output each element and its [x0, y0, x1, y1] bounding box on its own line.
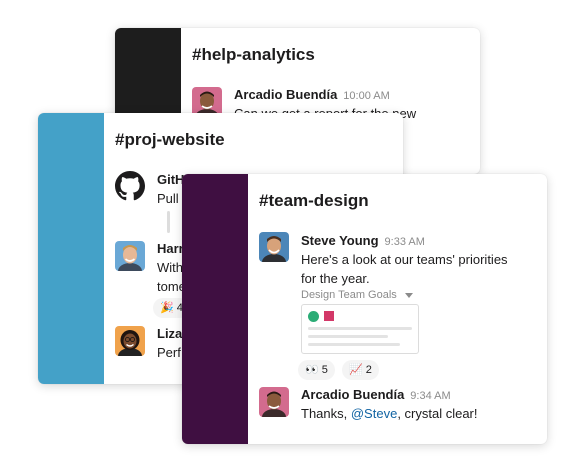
attachment-preview[interactable]	[301, 304, 419, 354]
message-text-line-2: for the year.	[301, 271, 370, 286]
channel-title[interactable]: #help-analytics	[192, 45, 315, 65]
message[interactable]: Arcadio Buendía 9:34 AM Thanks, @Steve, c…	[248, 386, 547, 431]
message-author[interactable]: Arcadio Buendía 9:34 AM	[301, 387, 451, 402]
message-timestamp[interactable]: 10:00 AM	[343, 90, 389, 102]
preview-line	[308, 327, 412, 330]
text-after: , crystal clear!	[397, 406, 478, 421]
message-author[interactable]: Harr	[157, 241, 184, 256]
message-text: Pull	[157, 191, 179, 206]
author-name[interactable]: Arcadio Buendía	[301, 387, 404, 402]
author-name[interactable]: Steve Young	[301, 233, 379, 248]
preview-line	[308, 335, 388, 338]
chevron-down-icon[interactable]	[404, 292, 413, 298]
party-popper-icon: 🎉	[160, 302, 174, 314]
author-name[interactable]: Arcadio Buendía	[234, 87, 337, 102]
preview-line	[308, 343, 400, 346]
team-design-card: #team-design Steve Young 9:33 AM Here's a…	[182, 174, 547, 444]
message-author[interactable]: GitH	[157, 172, 184, 187]
message-author[interactable]: Liza	[157, 326, 182, 341]
team-design-content: #team-design Steve Young 9:33 AM Here's a…	[248, 174, 547, 444]
avatar[interactable]	[259, 387, 289, 417]
attachment-title[interactable]: Design Team Goals	[301, 289, 397, 301]
reaction-pill[interactable]: 📈 2	[342, 360, 379, 380]
message-text: Thanks, @Steve, crystal clear!	[301, 404, 478, 423]
preview-dot-green	[308, 311, 319, 322]
channel-color-stripe	[38, 113, 104, 384]
user-mention[interactable]: @Steve	[351, 406, 397, 421]
message-author[interactable]: Steve Young 9:33 AM	[301, 233, 425, 248]
github-icon[interactable]	[115, 171, 145, 201]
message-author[interactable]: Arcadio Buendía 10:00 AM	[234, 87, 390, 102]
attachment-border	[167, 211, 170, 233]
reaction-count: 2	[365, 364, 372, 376]
attachment-label[interactable]: Design Team Goals	[301, 289, 413, 301]
message-timestamp[interactable]: 9:34 AM	[410, 390, 450, 402]
preview-square-red	[324, 311, 334, 321]
channel-title[interactable]: #proj-website	[115, 130, 225, 150]
reaction-pill[interactable]: 👀 5	[298, 360, 335, 380]
message[interactable]: Steve Young 9:33 AM Here's a look at our …	[248, 232, 547, 382]
channel-title[interactable]: #team-design	[259, 191, 369, 211]
chart-increasing-icon: 📈	[349, 364, 363, 376]
text-before: Thanks,	[301, 406, 351, 421]
eyes-icon: 👀	[305, 364, 319, 376]
message-text-fragment: umbers	[474, 167, 480, 174]
message-text-line-1: Here's a look at our teams' priorities	[301, 252, 508, 267]
message-text-line-1: With	[157, 260, 183, 275]
message-timestamp[interactable]: 9:33 AM	[385, 236, 425, 248]
avatar[interactable]	[115, 326, 145, 356]
avatar[interactable]	[115, 241, 145, 271]
message-text: Perf	[157, 345, 181, 360]
avatar[interactable]	[259, 232, 289, 262]
reaction-count: 5	[321, 364, 328, 376]
channel-color-stripe	[182, 174, 248, 444]
